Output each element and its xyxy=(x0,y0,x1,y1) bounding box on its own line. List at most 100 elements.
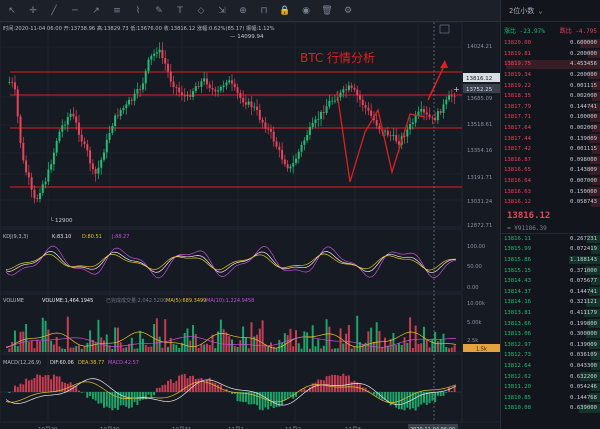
bid-row[interactable]: 13813.06 0.300000 xyxy=(501,329,600,340)
candle-body xyxy=(116,115,119,117)
ask-row[interactable]: 13819.22 0.001115 xyxy=(501,80,600,91)
pattern-icon[interactable]: ◇ xyxy=(195,5,207,17)
precision-dropdown[interactable]: 2位小数 ⌄ xyxy=(501,0,600,22)
bid-row[interactable]: 13815.86 1.188143 xyxy=(501,255,600,266)
bid-row[interactable]: 13812.64 0.043300 xyxy=(501,361,600,372)
macd-histogram-bar xyxy=(30,379,33,392)
order-price: 13812.73 xyxy=(504,352,531,359)
ask-row[interactable]: 13817.42 0.001115 xyxy=(501,144,600,155)
candle-body xyxy=(250,101,253,108)
volume-bar xyxy=(86,342,89,352)
candle-body xyxy=(161,49,164,58)
trash-icon[interactable]: 🗑 xyxy=(321,5,333,17)
bid-row[interactable]: 13814.43 0.075677 xyxy=(501,276,600,287)
order-amount: 0.199800 xyxy=(570,320,597,327)
bid-row[interactable]: 13812.62 0.632200 xyxy=(501,371,600,382)
ask-row[interactable]: 13817.64 0.002000 xyxy=(501,123,600,134)
text-icon[interactable]: T xyxy=(174,5,186,17)
bid-row[interactable]: 13810.85 0.144768 xyxy=(501,392,600,403)
trendline-icon[interactable]: ╱ xyxy=(48,5,60,17)
macd-label: MACD(12,26,9) xyxy=(3,360,41,366)
crosshair-icon[interactable]: ✛ xyxy=(27,5,39,17)
macd-histogram-bar xyxy=(372,392,375,395)
ask-row[interactable]: 13816.63 0.150000 xyxy=(501,186,600,197)
candle-body xyxy=(242,97,245,103)
ask-row[interactable]: 13816.12 0.058743 xyxy=(501,197,600,208)
bid-row[interactable]: 13813.81 0.411179 xyxy=(501,308,600,319)
measure-icon[interactable]: ⇲ xyxy=(216,5,228,17)
ask-row[interactable]: 13819.75 4.453456 xyxy=(501,59,600,70)
candle-body xyxy=(361,99,364,106)
bid-row[interactable]: 13811.20 0.054246 xyxy=(501,382,600,393)
volume-bar xyxy=(350,348,353,352)
kdj-label: KDJ(9,3,3) xyxy=(3,234,28,240)
bid-row[interactable]: 13812.97 0.139009 xyxy=(501,339,600,350)
bid-row[interactable]: 13815.15 0.371000 xyxy=(501,265,600,276)
bid-row[interactable]: 13815.99 0.072419 xyxy=(501,244,600,255)
candle-body xyxy=(414,115,417,123)
brush-icon[interactable]: ✎ xyxy=(153,5,165,17)
ask-row[interactable]: 13817.44 0.139009 xyxy=(501,133,600,144)
settings-icon[interactable]: ⚙ xyxy=(342,5,354,17)
volume-bar xyxy=(231,339,233,352)
candle-body xyxy=(86,144,89,151)
magnet-icon[interactable]: ⊓ xyxy=(258,5,270,17)
order-amount: 0.200000 xyxy=(570,50,597,57)
volume-closed: 已完成成交量:2,042.5200 xyxy=(106,297,166,304)
volume-tick: 10.00k xyxy=(467,301,485,307)
bid-row[interactable]: 13812.73 0.036109 xyxy=(501,350,600,361)
volume-bar xyxy=(283,333,286,352)
bid-row[interactable]: 13813.66 0.199800 xyxy=(501,318,600,329)
ask-row[interactable]: 13819.81 0.200000 xyxy=(501,49,600,60)
volume-bar xyxy=(167,347,169,352)
order-amount: 0.267231 xyxy=(570,235,597,242)
ask-row[interactable]: 13817.79 0.144741 xyxy=(501,102,600,113)
order-price: 13815.99 xyxy=(504,246,531,253)
fibonacci-icon[interactable]: ⌇ xyxy=(132,5,144,17)
lock-icon[interactable]: 🔒 xyxy=(279,5,291,17)
ask-row[interactable]: 13817.71 0.100000 xyxy=(501,112,600,123)
cursor-icon[interactable]: ↖ xyxy=(6,5,18,17)
ask-row[interactable]: 13816.64 0.007000 xyxy=(501,176,600,187)
order-price: 13812.62 xyxy=(504,373,531,380)
volume-bar xyxy=(111,348,114,352)
macd-histogram-bar xyxy=(281,392,284,406)
horizontal-line-icon[interactable]: ─ xyxy=(69,5,81,17)
channel-icon[interactable]: ≡ xyxy=(111,5,123,17)
macd-histogram-bar xyxy=(336,375,339,392)
candle-body xyxy=(289,166,292,169)
panel-frame xyxy=(0,22,463,228)
bid-row[interactable]: 13816.11 0.267231 xyxy=(501,234,600,245)
ask-row[interactable]: 13816.65 0.143809 xyxy=(501,165,600,176)
volume-bar xyxy=(442,333,445,352)
volume-bar xyxy=(211,334,214,352)
volume-bar xyxy=(172,343,175,352)
bid-row[interactable]: 13814.37 0.144741 xyxy=(501,286,600,297)
ask-row[interactable]: 13819.34 0.200000 xyxy=(501,70,600,81)
zoom-icon[interactable]: ⊕ xyxy=(237,5,249,17)
volume-bar xyxy=(300,348,303,352)
bid-row[interactable]: 13810.08 0.639000 xyxy=(501,403,600,414)
candle-body xyxy=(267,128,270,130)
candle-body xyxy=(58,131,61,141)
bid-row[interactable]: 13814.16 0.321121 xyxy=(501,297,600,308)
macd-histogram-bar xyxy=(169,379,172,392)
eye-icon[interactable]: ◉ xyxy=(300,5,312,17)
ray-icon[interactable]: ↗ xyxy=(90,5,102,17)
volume-bar xyxy=(208,345,211,352)
macd-histogram-bar xyxy=(236,392,239,402)
price-chart[interactable]: BTC 行情分析 时间:2020-11-04 06:00 开:13738.96 高… xyxy=(0,22,500,429)
candle-body xyxy=(436,111,439,121)
candle-body xyxy=(30,177,33,190)
order-amount: 4.453456 xyxy=(570,61,597,68)
kdj-d: D:80.51 xyxy=(82,234,102,240)
ratio-bar: 涨比 -23.97% 跌比 -4.795 xyxy=(501,22,600,38)
ask-row[interactable]: 13820.00 0.600000 xyxy=(501,38,600,49)
macd-histogram-bar xyxy=(414,392,417,411)
order-amount: 0.139009 xyxy=(570,135,597,142)
macd-histogram-bar xyxy=(119,392,122,406)
ask-row[interactable]: 13818.35 0.002000 xyxy=(501,91,600,102)
y-tick-label: 13354.16 xyxy=(467,148,493,154)
order-amount: 0.144741 xyxy=(570,103,597,110)
ask-row[interactable]: 13816.87 0.098000 xyxy=(501,155,600,166)
